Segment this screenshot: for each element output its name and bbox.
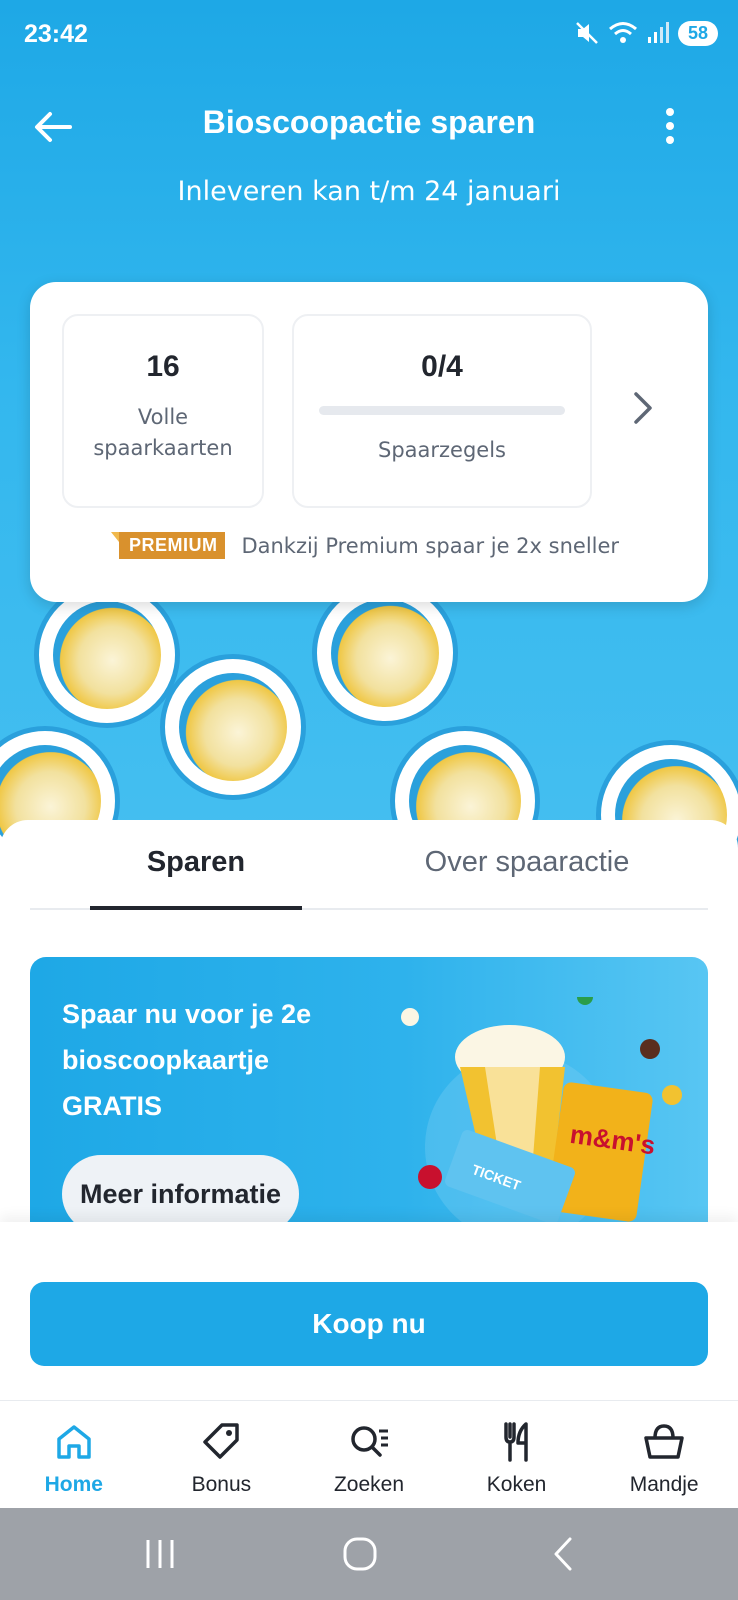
system-navigation-bar	[0, 1508, 738, 1600]
hero-background: 23:42 58 Bioscoopactie sparen Inleveren …	[0, 0, 738, 860]
recent-apps-icon[interactable]	[140, 1536, 180, 1572]
tab-over-spaaractie[interactable]: Over spaaractie	[392, 846, 662, 879]
system-back-icon[interactable]	[544, 1536, 584, 1572]
deadline-subtitle: Inleveren kan t/m 24 januari	[177, 176, 561, 207]
nav-mandje[interactable]: Mandje	[590, 1401, 738, 1508]
nav-label-home: Home	[44, 1473, 103, 1496]
more-options-icon[interactable]	[655, 104, 685, 150]
wifi-icon	[609, 22, 637, 43]
promo-text: Spaar nu voor je 2e bioscoopkaartje GRAT…	[62, 991, 382, 1129]
nav-label-koken: Koken	[486, 1473, 547, 1496]
nav-home[interactable]: Home	[0, 1401, 148, 1508]
signal-icon	[647, 22, 669, 43]
premium-row: PREMIUM Dankzij Premium spaar je 2x snel…	[30, 532, 708, 559]
home-button-icon[interactable]	[340, 1536, 380, 1572]
full-cards-label-line1: Volle	[137, 405, 189, 429]
tag-icon	[203, 1423, 240, 1459]
mute-icon	[576, 22, 598, 44]
stamps-progress-bar	[319, 406, 565, 415]
popcorn-tickets-illustration: m&m's TICKET	[401, 997, 682, 1242]
promo-banner: Spaar nu voor je 2e bioscoopkaartje GRAT…	[30, 957, 708, 1247]
nav-label-zoeken: Zoeken	[333, 1473, 404, 1496]
full-cards-label-line2: spaarkaarten	[93, 436, 233, 460]
full-cards-count: 16	[146, 350, 180, 383]
home-icon	[57, 1425, 91, 1459]
promo-line3: GRATIS	[62, 1091, 162, 1121]
status-icons: 58	[574, 20, 718, 46]
full-cards-label: Volle spaarkaarten	[64, 402, 262, 464]
status-time: 23:42	[24, 20, 88, 48]
nav-koken[interactable]: Koken	[443, 1401, 591, 1508]
promo-line1: Spaar nu voor je 2e	[62, 999, 312, 1029]
nav-bonus[interactable]: Bonus	[148, 1401, 296, 1508]
battery-indicator: 58	[677, 20, 718, 46]
active-tab-indicator	[90, 906, 302, 910]
stamps-stat: 0/4 Spaarzegels	[292, 314, 592, 508]
search-icon	[351, 1426, 388, 1457]
premium-text: Dankzij Premium spaar je 2x sneller	[241, 533, 620, 558]
basket-icon	[644, 1424, 684, 1459]
status-bar: 23:42 58	[0, 0, 738, 70]
bioscoopzegel-stamp-image	[34, 582, 180, 728]
bottom-navigation: Home Bonus Zoeken Koken Mandje	[0, 1400, 738, 1508]
bioscoopzegel-stamp-image	[160, 654, 306, 800]
nav-label-mandje: Mandje	[629, 1473, 699, 1496]
chevron-right-icon[interactable]	[628, 388, 658, 428]
cutlery-icon	[503, 1422, 528, 1462]
buy-now-button[interactable]: Koop nu	[30, 1282, 708, 1366]
stamps-label: Spaarzegels	[378, 438, 506, 462]
full-cards-stat: 16 Volle spaarkaarten	[62, 314, 264, 508]
page-title: Bioscoopactie sparen	[202, 104, 536, 140]
nav-zoeken[interactable]: Zoeken	[295, 1401, 443, 1508]
nav-label-bonus: Bonus	[191, 1473, 252, 1496]
tab-sparen[interactable]: Sparen	[90, 846, 302, 879]
promo-line2: bioscoopkaartje	[62, 1045, 270, 1075]
tab-bar: Sparen Over spaaractie	[30, 820, 708, 910]
premium-badge: PREMIUM	[110, 532, 226, 559]
stamps-count: 0/4	[421, 350, 463, 383]
savings-status-card[interactable]: 16 Volle spaarkaarten 0/4 Spaarzegels PR…	[30, 282, 708, 602]
